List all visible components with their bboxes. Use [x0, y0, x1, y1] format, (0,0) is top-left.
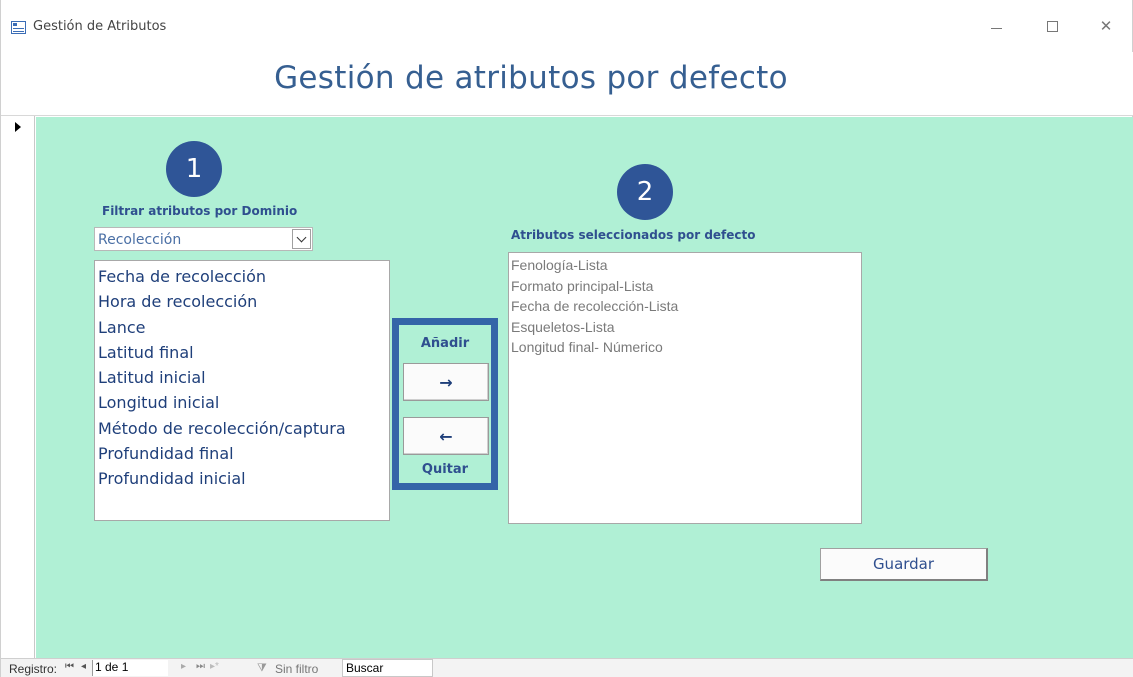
window-title: Gestión de Atributos	[33, 19, 167, 34]
filter-domain-label: Filtrar atributos por Dominio	[102, 204, 298, 218]
minimize-button[interactable]	[979, 12, 1013, 40]
available-attribute-item[interactable]: Longitud inicial	[95, 390, 389, 415]
close-button[interactable]: ✕	[1089, 12, 1123, 40]
remove-attribute-button[interactable]: ←	[403, 417, 489, 455]
form-detail-section: 1 Filtrar atributos por Dominio Recolecc…	[36, 117, 1133, 658]
maximize-icon	[1046, 20, 1058, 32]
selected-attribute-item[interactable]: Longitud final- Númerico	[509, 337, 861, 358]
combobox-dropdown-button[interactable]	[292, 229, 311, 249]
available-attribute-item[interactable]: Hora de recolección	[95, 289, 389, 314]
add-remove-panel: Añadir → ← Quitar	[392, 318, 498, 490]
arrow-right-icon: →	[439, 372, 453, 392]
maximize-button[interactable]	[1035, 12, 1069, 40]
filter-icon: ⧩	[257, 662, 267, 674]
available-attribute-item[interactable]: Fecha de recolección	[95, 264, 389, 289]
available-attribute-item[interactable]: Latitud inicial	[95, 365, 389, 390]
form-header: Gestión de atributos por defecto	[1, 52, 1133, 116]
next-record-icon[interactable]: ▸	[181, 661, 186, 672]
domain-combobox-value: Recolección	[98, 232, 182, 248]
form-icon	[11, 21, 26, 34]
step-badge-1: 1	[166, 141, 222, 197]
title-bar: Gestión de Atributos ✕	[1, 0, 1133, 52]
arrow-left-icon: ←	[439, 426, 453, 446]
selected-attribute-item[interactable]: Esqueletos-Lista	[509, 317, 861, 338]
access-form-window: Gestión de Atributos ✕ Gestión de atribu…	[0, 0, 1133, 677]
minimize-icon	[990, 27, 1002, 29]
remove-label: Quitar	[421, 462, 469, 477]
available-attribute-item[interactable]: Lance	[95, 315, 389, 340]
selected-attribute-item[interactable]: Fenología-Lista	[509, 255, 861, 276]
record-navigation-bar: Registro: ⏮ ◂ 1 de 1 ▸ ⏭ ▸* ⧩ Sin filtro…	[1, 658, 1133, 677]
available-attribute-item[interactable]: Profundidad final	[95, 441, 389, 466]
record-selector[interactable]	[7, 116, 35, 658]
close-icon: ✕	[1099, 17, 1113, 35]
record-label: Registro:	[9, 662, 58, 676]
available-attribute-item[interactable]: Método de recolección/captura	[95, 416, 389, 441]
available-attribute-item[interactable]: Latitud final	[95, 340, 389, 365]
step-badge-2: 2	[617, 164, 673, 220]
selected-attribute-item[interactable]: Fecha de recolección-Lista	[509, 296, 861, 317]
domain-combobox[interactable]: Recolección	[94, 227, 313, 251]
add-label: Añadir	[420, 336, 470, 351]
new-record-icon[interactable]: ▸*	[210, 661, 219, 672]
available-attributes-listbox[interactable]: Fecha de recolección Hora de recolección L…	[94, 260, 390, 521]
selected-attributes-listbox[interactable]: Fenología-Lista Formato principal-Lista Fe…	[508, 252, 862, 524]
available-attribute-item[interactable]: Profundidad inicial	[95, 466, 389, 491]
current-record-pointer-icon	[15, 122, 21, 132]
chevron-down-icon	[296, 232, 307, 242]
previous-record-icon[interactable]: ◂	[81, 661, 86, 672]
last-record-icon[interactable]: ⏭	[196, 661, 205, 672]
page-title: Gestión de atributos por defecto	[274, 60, 788, 96]
filter-status-button[interactable]: Sin filtro	[275, 662, 318, 676]
first-record-icon[interactable]: ⏮	[65, 661, 74, 672]
search-input[interactable]: Buscar	[342, 659, 433, 677]
current-record-field[interactable]: 1 de 1	[92, 660, 168, 676]
selected-attributes-label: Atributos seleccionados por defecto	[511, 228, 756, 242]
selected-attribute-item[interactable]: Formato principal-Lista	[509, 276, 861, 297]
save-button[interactable]: Guardar	[820, 548, 988, 581]
add-attribute-button[interactable]: →	[403, 363, 489, 401]
